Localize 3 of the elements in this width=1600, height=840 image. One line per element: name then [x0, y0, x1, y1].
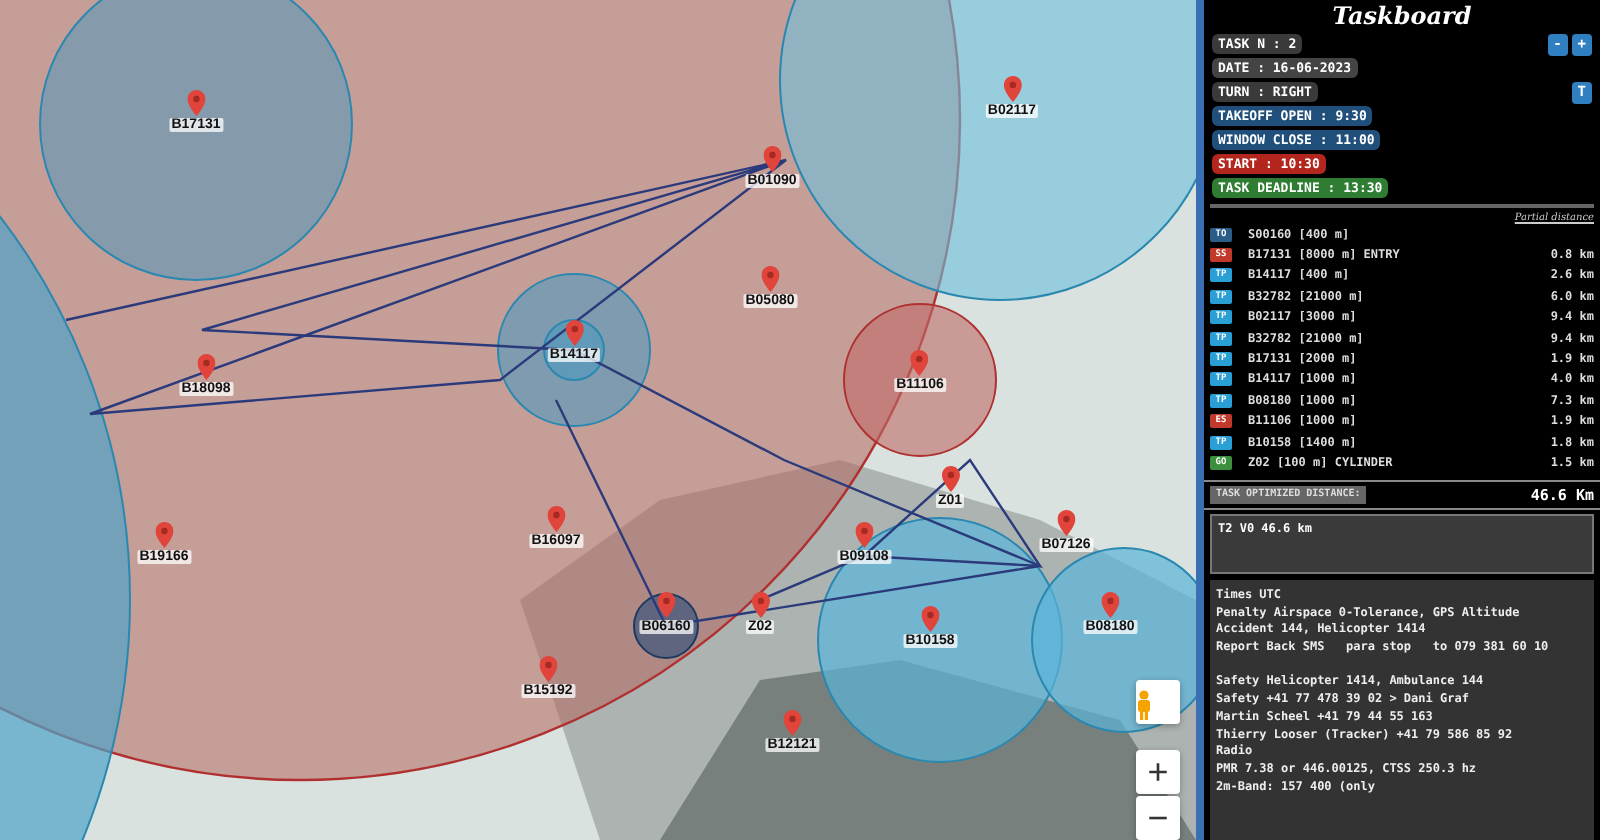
panel-title: Taskboard [1330, 0, 1474, 32]
zoom-out-button[interactable]: − [1136, 796, 1180, 840]
zoom-in-button[interactable]: + [1136, 750, 1180, 794]
